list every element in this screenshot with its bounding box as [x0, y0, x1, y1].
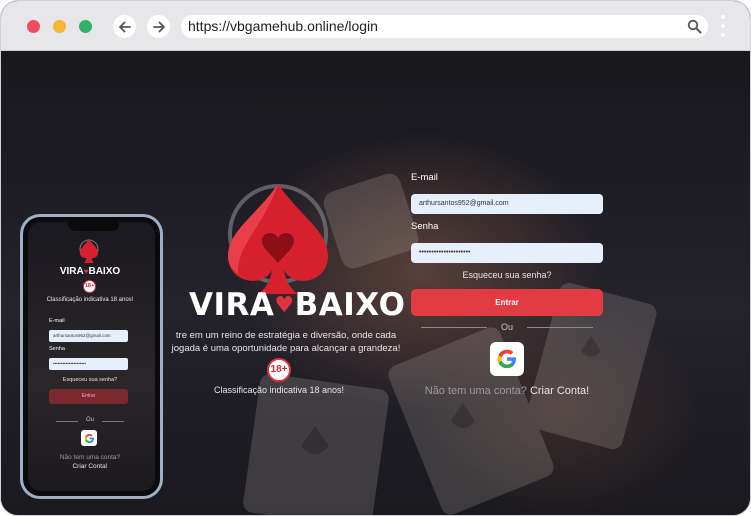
email-label-mobile: E-mail [49, 318, 65, 324]
vira-baixo-logo-mobile [79, 239, 99, 263]
search-icon[interactable] [687, 19, 702, 34]
no-account-text-mobile: Não tem uma conta? [59, 454, 121, 461]
google-icon [84, 433, 94, 443]
forgot-password-link-mobile[interactable]: Esqueceu sua senha? [42, 377, 138, 383]
arrow-left-icon [118, 21, 131, 32]
tagline: tre em um reino de estratégia e diversão… [171, 330, 401, 354]
brand-name: VIRA♥BAIXO [189, 287, 405, 323]
password-label: Senha [411, 221, 439, 232]
no-account-text: Não tem uma conta? [424, 385, 527, 397]
create-account-link[interactable]: Criar Conta! [530, 385, 589, 397]
or-separator-mobile: Ou [85, 417, 94, 423]
login-button-mobile[interactable]: Entrar [49, 389, 128, 404]
email-field-mobile[interactable]: arthursantos952@gmail.com [49, 330, 128, 342]
arrow-right-icon [152, 21, 165, 32]
brand-name-left-mobile: VIRA [59, 266, 84, 277]
kebab-menu-icon[interactable] [719, 15, 727, 39]
brand-name-left: VIRA [189, 287, 275, 323]
forward-button[interactable] [147, 15, 170, 38]
close-window-dot[interactable] [27, 20, 40, 33]
create-account-link-mobile[interactable]: Criar Conta! [42, 462, 138, 471]
brand-name-right-mobile: BAIXO [88, 266, 121, 277]
or-separator: Ou [500, 322, 513, 332]
phone-notch [68, 222, 119, 231]
minimize-window-dot[interactable] [53, 20, 66, 33]
browser-toolbar: https://vbgamehub.online/login [1, 1, 750, 51]
divider-left [421, 327, 487, 328]
password-field[interactable]: ••••••••••••••••••••• [411, 243, 603, 263]
phone-mockup: VIRA♥BAIXO 18+ Classificação indicativa … [20, 214, 163, 499]
google-login-button[interactable] [490, 342, 524, 376]
password-field-mobile[interactable]: ••••••••••••••••••••• [49, 358, 128, 370]
browser-window: https://vbgamehub.online/login VIRA♥BAIX… [0, 0, 751, 516]
age-rating-badge: 18+ [267, 358, 291, 382]
age-rating-text: Classificação indicativa 18 anos! [213, 385, 345, 395]
email-label: E-mail [411, 172, 438, 183]
heart-icon: ♥ [274, 293, 295, 318]
divider-right [527, 327, 593, 328]
age-rating-badge-mobile: 18+ [83, 280, 96, 293]
back-button[interactable] [113, 15, 136, 38]
age-rating-text-mobile: Classificação indicativa 18 anos! [46, 297, 134, 303]
phone-screen: VIRA♥BAIXO 18+ Classificação indicativa … [28, 222, 155, 491]
signup-prompt: Não tem uma conta? Criar Conta! [411, 385, 603, 397]
login-button[interactable]: Entrar [411, 289, 603, 316]
brand-name-right: BAIXO [294, 287, 406, 323]
divider-right-mobile [102, 421, 124, 422]
signup-prompt-mobile: Não tem uma conta? Criar Conta! [42, 453, 138, 471]
maximize-window-dot[interactable] [79, 20, 92, 33]
forgot-password-link[interactable]: Esqueceu sua senha? [411, 270, 603, 280]
address-bar[interactable]: https://vbgamehub.online/login [181, 15, 708, 38]
brand-name-mobile: VIRA♥BAIXO [42, 266, 138, 277]
url-text: https://vbgamehub.online/login [188, 18, 378, 34]
google-login-button-mobile[interactable] [81, 430, 97, 446]
email-field[interactable]: arthursantos952@gmail.com [411, 194, 603, 214]
password-label-mobile: Senha [49, 346, 65, 352]
google-icon [497, 349, 516, 369]
